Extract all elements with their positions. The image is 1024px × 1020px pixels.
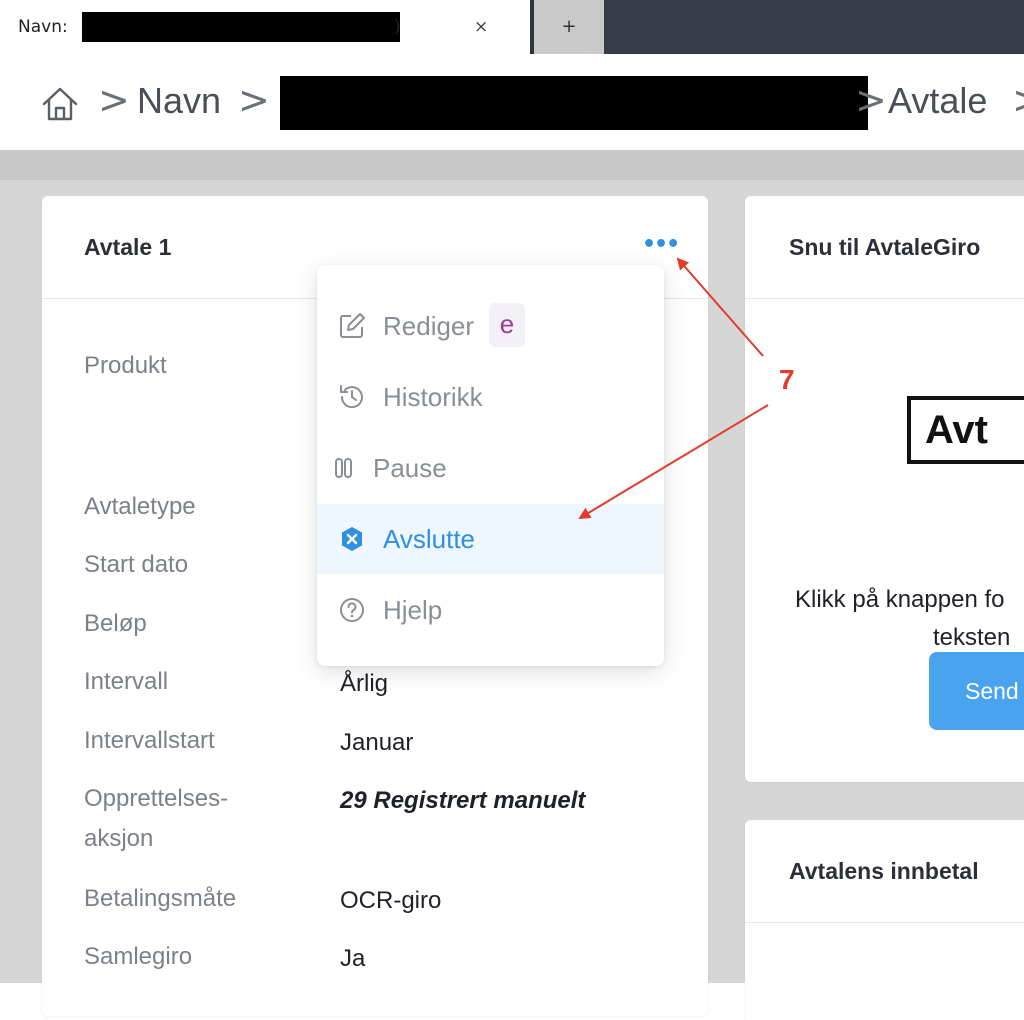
menu-item-label: Hjelp — [383, 595, 443, 625]
history-icon — [340, 385, 363, 409]
browser-tabbar: Navn: ) × + — [0, 0, 1024, 54]
field-label-intervallstart: Intervallstart — [84, 727, 215, 754]
edit-icon — [340, 313, 365, 338]
close-circle-icon — [342, 527, 362, 551]
tab-title: Navn: — [18, 17, 68, 37]
shortcut-badge: e — [489, 303, 525, 347]
menu-item-label: Pause — [373, 453, 447, 483]
tabbar-empty-area — [604, 0, 1024, 54]
send-button[interactable]: Send — [929, 652, 1024, 730]
tab-title-suffix: ) — [394, 17, 401, 37]
field-label-produkt: Produkt — [84, 352, 167, 379]
redacted-block — [280, 76, 868, 130]
breadcrumb-separator: > — [98, 78, 130, 122]
menu-item-avslutte[interactable]: Avslutte — [317, 504, 664, 574]
content-top-strip — [0, 150, 1024, 180]
tab-close-icon[interactable]: × — [474, 17, 488, 37]
field-label-opprettelsesaksjon: Opprettelses- aksjon — [84, 785, 229, 852]
field-value-intervall: Årlig — [340, 670, 389, 697]
card-divider — [745, 922, 1024, 923]
field-label-samlegiro: Samlegiro — [84, 943, 193, 970]
menu-item-label: Rediger — [383, 311, 475, 341]
menu-item-hjelp[interactable]: Hjelp — [317, 575, 664, 645]
field-value-samlegiro: Ja — [340, 945, 366, 972]
menu-item-pause[interactable]: Pause — [317, 433, 664, 503]
pause-icon — [335, 458, 352, 478]
redacted-block — [82, 12, 400, 42]
field-label-avtaletype: Avtaletype — [84, 493, 196, 520]
menu-item-label: Avslutte — [383, 524, 476, 554]
help-icon — [340, 598, 364, 622]
card-divider — [745, 298, 1024, 299]
field-label-start-dato: Start dato — [84, 551, 189, 578]
card-title: Avtale 1 — [84, 234, 172, 260]
options-menu: Rediger e Historikk Pause Avslutte Hjelp — [317, 265, 664, 666]
menu-item-label: Historikk — [383, 382, 483, 412]
avtalegiro-card: Snu til AvtaleGiro Avt Klikk på knappen … — [745, 196, 1024, 782]
instruction-text-line2: teksten — [933, 624, 1011, 651]
breadcrumb: > Navn > > Avtale > — [0, 54, 1024, 150]
menu-item-historikk[interactable]: Historikk — [317, 362, 664, 432]
menu-item-rediger[interactable]: Rediger e — [317, 291, 664, 361]
field-value-opprettelsesaksjon: 29 Registrert manuelt — [340, 787, 586, 814]
breadcrumb-item-navn[interactable]: Navn — [137, 80, 221, 122]
field-label-intervall: Intervall — [84, 668, 169, 695]
payments-card: Avtalens innbetal — [745, 820, 1024, 1020]
breadcrumb-separator: > — [855, 78, 887, 122]
avtalegiro-logo: Avt — [907, 396, 1024, 464]
breadcrumb-item-avtale[interactable]: Avtale — [888, 80, 987, 122]
field-value-intervallstart: Januar — [340, 729, 414, 756]
home-icon[interactable] — [40, 84, 80, 124]
field-label-betalingsmate: Betalingsmåte — [84, 885, 237, 912]
new-tab-button[interactable]: + — [534, 0, 604, 54]
card-title: Avtalens innbetal — [789, 858, 979, 884]
card-title: Snu til AvtaleGiro — [789, 234, 981, 260]
field-value-betalingsmate: OCR-giro — [340, 887, 442, 914]
more-options-icon[interactable]: ••• — [642, 232, 680, 257]
breadcrumb-separator: > — [238, 78, 270, 122]
breadcrumb-separator: > — [1012, 78, 1024, 122]
annotation-number: 7 — [779, 364, 795, 395]
field-label-belop: Beløp — [84, 610, 147, 637]
browser-tab[interactable]: Navn: ) × — [0, 0, 530, 54]
instruction-text-line1: Klikk på knappen fo — [795, 586, 1005, 613]
